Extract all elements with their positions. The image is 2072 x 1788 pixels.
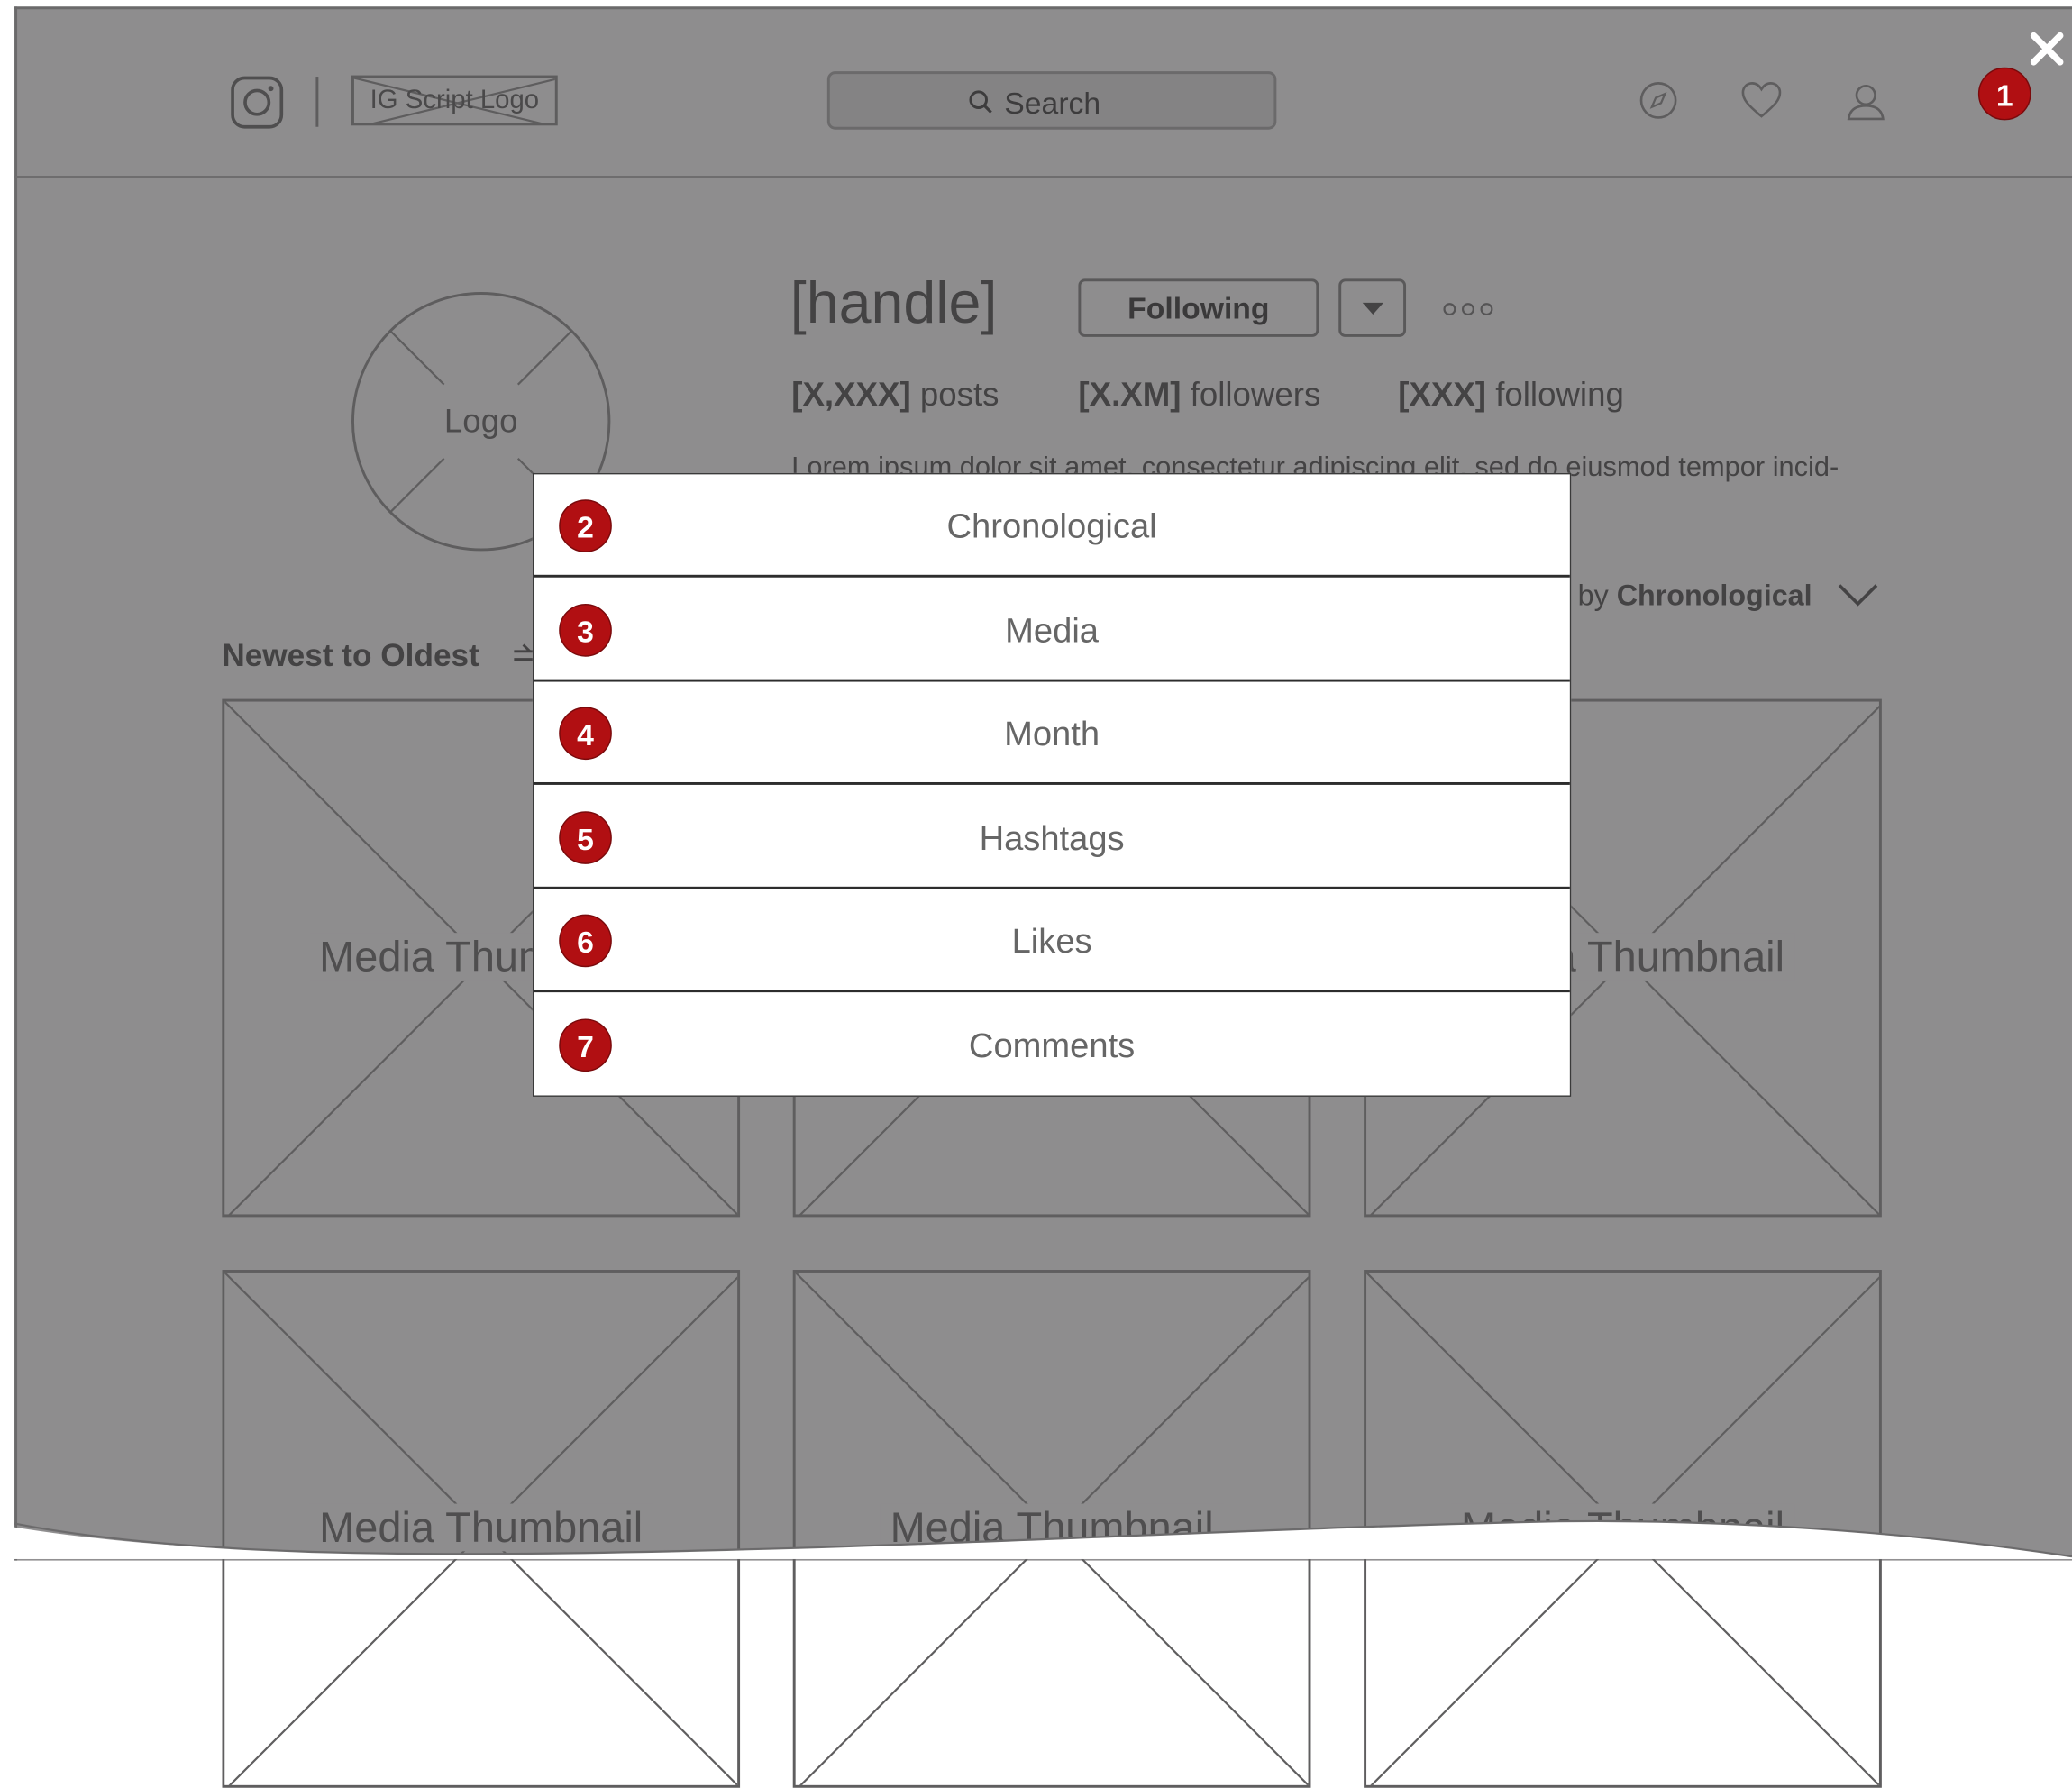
menu-item-comments[interactable]: 7 Comments — [534, 994, 1570, 1097]
annotation-badge-close: 1 — [1977, 67, 2031, 121]
menu-item-chronological[interactable]: 2 Chronological — [534, 474, 1570, 578]
caret-down-icon — [1362, 302, 1384, 315]
follow-options-dropdown[interactable] — [1338, 278, 1407, 337]
sort-order-label[interactable]: Newest to Oldest — [222, 638, 479, 675]
group-by-selector[interactable]: by Chronological — [1578, 579, 1812, 613]
menu-item-label: Comments — [968, 1025, 1136, 1065]
search-bar[interactable]: Search — [826, 71, 1277, 130]
torn-page-edge — [0, 1506, 2072, 1560]
script-logo-text: IG Script Logo — [370, 86, 540, 115]
followers-value: [X.XM] — [1078, 376, 1182, 414]
posts-value: [X,XXX] — [791, 376, 911, 414]
script-logo[interactable]: IG Script Logo — [351, 75, 558, 126]
posts-label: posts — [919, 376, 999, 414]
chevron-down-icon[interactable] — [1837, 581, 1879, 607]
menu-item-label: Media — [1005, 610, 1100, 651]
search-icon — [969, 90, 992, 114]
menu-item-label: Likes — [1011, 920, 1092, 961]
following-count[interactable]: [XXX] following — [1398, 377, 1624, 415]
header-divider — [315, 77, 319, 127]
menu-item-month[interactable]: 4 Month — [534, 682, 1570, 785]
wireframe-canvas: IG Script Logo Search 1 Logo [handle] Fo… — [0, 0, 2072, 1788]
following-label: following — [1495, 376, 1624, 414]
profile-icon[interactable] — [1846, 82, 1885, 122]
following-value: [XXX] — [1398, 376, 1487, 414]
profile-handle: [handle] — [790, 270, 998, 336]
header-bottom-border — [14, 176, 2072, 178]
menu-item-label: Month — [1004, 713, 1100, 753]
menu-item-hashtags[interactable]: 5 Hashtags — [534, 786, 1570, 889]
followers-label: followers — [1190, 376, 1321, 414]
following-button[interactable]: Following — [1078, 278, 1319, 337]
menu-item-likes[interactable]: 6 Likes — [534, 889, 1570, 993]
heart-icon[interactable] — [1741, 82, 1782, 119]
menu-item-media[interactable]: 3 Media — [534, 579, 1570, 682]
instagram-icon[interactable] — [230, 76, 284, 130]
menu-item-label: Hashtags — [979, 817, 1125, 858]
group-by-menu: 2 Chronological 3 Media 4 Month 5 Hashta… — [532, 472, 1572, 1097]
more-options-icon[interactable] — [1440, 300, 1499, 319]
posts-count: [X,XXX] posts — [791, 377, 999, 415]
search-label: Search — [1004, 86, 1101, 121]
group-by-value: Chronological — [1616, 579, 1812, 612]
followers-count[interactable]: [X.XM] followers — [1078, 377, 1320, 415]
close-icon[interactable] — [2030, 32, 2064, 66]
menu-item-label: Chronological — [946, 506, 1157, 546]
group-by-prefix: by — [1577, 579, 1609, 612]
compass-icon[interactable] — [1638, 80, 1678, 120]
avatar-label: Logo — [443, 403, 518, 441]
